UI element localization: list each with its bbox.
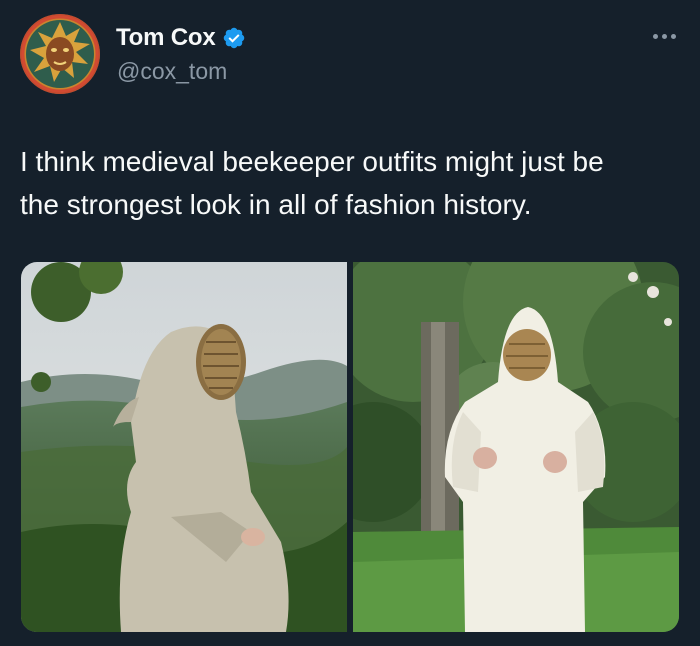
tweet-media bbox=[21, 262, 679, 632]
media-photo-left[interactable] bbox=[21, 262, 347, 632]
author-display-name[interactable]: Tom Cox bbox=[116, 24, 216, 52]
tweet-card: Tom Cox @cox_tom I think medieval beekee… bbox=[0, 0, 700, 646]
verified-badge-icon bbox=[222, 26, 246, 50]
tweet-text: I think medieval beekeeper outfits might… bbox=[20, 140, 680, 226]
green-man-avatar-icon bbox=[21, 15, 99, 93]
author-handle[interactable]: @cox_tom bbox=[117, 58, 227, 85]
more-dot-icon bbox=[661, 33, 667, 39]
author-name-row: Tom Cox bbox=[116, 24, 246, 52]
more-dot-icon bbox=[670, 33, 676, 39]
author-avatar[interactable] bbox=[20, 14, 100, 94]
tweet-text-line: the strongest look in all of fashion his… bbox=[20, 189, 532, 220]
more-options-button[interactable] bbox=[648, 24, 680, 48]
beekeeper-garden-image bbox=[353, 262, 679, 632]
more-dot-icon bbox=[652, 33, 658, 39]
beekeeper-landscape-image bbox=[21, 262, 347, 632]
media-photo-right[interactable] bbox=[353, 262, 679, 632]
tweet-text-line: I think medieval beekeeper outfits might… bbox=[20, 146, 604, 177]
